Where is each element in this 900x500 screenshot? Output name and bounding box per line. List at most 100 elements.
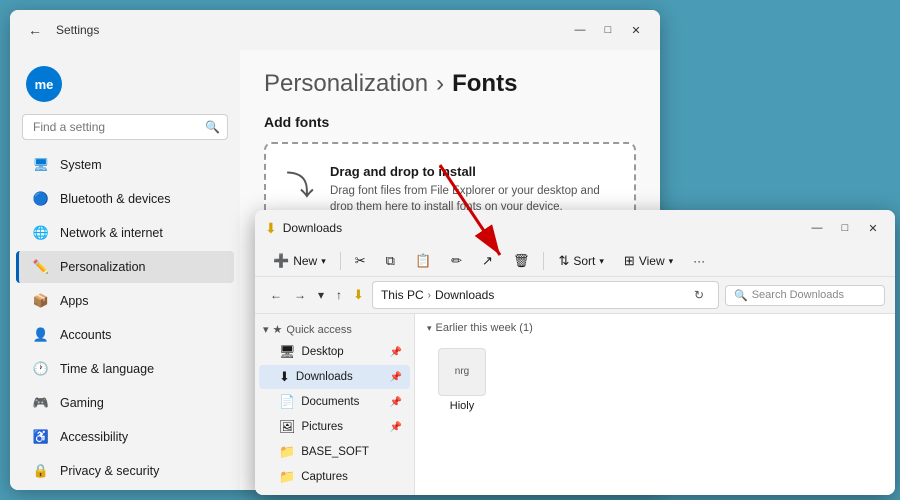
address-download-icon: ⬇ — [353, 287, 364, 303]
new-label: New — [293, 254, 317, 268]
explorer-addressbar: ← → ▾ ↑ ⬇ This PC › Downloads ↻ 🔍 Search… — [255, 277, 895, 314]
explorer-minimize-button[interactable]: — — [805, 216, 829, 240]
new-arrow-icon: ▾ — [321, 256, 326, 267]
sidebar-item-system[interactable]: 🖥 System — [16, 149, 234, 181]
search-icon: 🔍 — [205, 120, 220, 134]
gaming-icon: 🎮 — [32, 394, 50, 412]
quick-access-header[interactable]: ▾ ★ Quick access — [255, 320, 414, 339]
more-icon: ··· — [693, 254, 705, 268]
desktop-folder-icon: 🖥 — [279, 344, 296, 360]
explorer-close-button[interactable]: ✕ — [861, 216, 885, 240]
sidebar-label-accessibility: Accessibility — [60, 430, 128, 444]
sort-label: Sort — [573, 254, 595, 268]
titlebar-left: ← Settings — [22, 20, 99, 40]
explorer-title-text: Downloads — [283, 221, 342, 235]
breadcrumb-parent: Personalization — [264, 70, 428, 98]
sidebar-item-network[interactable]: 🌐 Network & internet — [16, 217, 234, 249]
sidebar-label-apps: Apps — [60, 294, 89, 308]
sidebar-item-accessibility[interactable]: ♿ Accessibility — [16, 421, 234, 453]
settings-window-title: Settings — [56, 23, 99, 37]
time-icon: 🕐 — [32, 360, 50, 378]
drag-drop-title: Drag and drop to install — [330, 164, 614, 179]
explorer-sidebar: ▾ ★ Quick access 🖥 Desktop 📌 ⬇ Downloads… — [255, 314, 415, 495]
sidebar-item-time[interactable]: 🕐 Time & language — [16, 353, 234, 385]
share-icon: ↗ — [482, 253, 493, 269]
file-icon-hioly: nrg — [438, 348, 486, 396]
sidebar-label-time: Time & language — [60, 362, 154, 376]
breadcrumb: Personalization › Fonts — [264, 70, 636, 98]
nav-forward-button[interactable]: → — [289, 285, 311, 305]
sidebar-label-bluetooth: Bluetooth & devices — [60, 192, 171, 206]
back-button[interactable]: ← — [22, 20, 48, 40]
file-item-hioly[interactable]: nrg Hioly — [427, 342, 497, 418]
sidebar-item-apps[interactable]: 📦 Apps — [16, 285, 234, 317]
view-button[interactable]: ⊞ View ▾ — [616, 250, 681, 272]
explorer-search-box[interactable]: 🔍 Search Downloads — [725, 285, 885, 306]
sidebar-item-personalization[interactable]: ✏️ Personalization — [16, 251, 234, 283]
quick-access-section: ▾ ★ Quick access 🖥 Desktop 📌 ⬇ Downloads… — [255, 320, 414, 489]
pictures-folder-icon: 🖼 — [279, 419, 296, 435]
delete-button[interactable]: 🗑 — [505, 250, 538, 272]
nav-up-button[interactable]: ▾ — [313, 285, 329, 305]
downloads-folder-icon: ⬇ — [279, 369, 290, 385]
more-button[interactable]: ··· — [685, 251, 713, 271]
accounts-icon: 👤 — [32, 326, 50, 344]
address-part-pc: This PC — [381, 288, 424, 302]
sidebar-pictures[interactable]: 🖼 Pictures 📌 — [259, 415, 410, 439]
cut-icon: ✂ — [355, 253, 366, 269]
sidebar-label-network: Network & internet — [60, 226, 163, 240]
sidebar-item-accounts[interactable]: 👤 Accounts — [16, 319, 234, 351]
sidebar-captures[interactable]: 📁 Captures — [259, 465, 410, 489]
nav-back-button[interactable]: ← — [265, 285, 287, 305]
paste-icon: 📋 — [415, 253, 431, 269]
rename-button[interactable]: ✏ — [443, 250, 470, 272]
cut-button[interactable]: ✂ — [347, 250, 374, 272]
maximize-button[interactable]: □ — [596, 18, 620, 42]
captures-folder-icon: 📁 — [279, 469, 295, 485]
privacy-icon: 🔒 — [32, 462, 50, 480]
explorer-titlebar-controls: — □ ✕ — [805, 216, 885, 240]
share-button[interactable]: ↗ — [474, 250, 501, 272]
breadcrumb-arrow-icon: › — [436, 70, 444, 98]
new-button[interactable]: ➕ New ▾ — [265, 250, 334, 272]
explorer-titlebar: ⬇ Downloads — □ ✕ — [255, 210, 895, 246]
address-bar[interactable]: This PC › Downloads ↻ — [372, 281, 719, 309]
refresh-button[interactable]: ↻ — [688, 285, 710, 305]
sidebar-captures-label: Captures — [301, 471, 348, 483]
explorer-window: ⬇ Downloads — □ ✕ ➕ New ▾ ✂ ⧉ 📋 ✏ ↗ 🗑 ⇅ … — [255, 210, 895, 495]
copy-button[interactable]: ⧉ — [378, 250, 403, 272]
sort-button[interactable]: ⇅ Sort ▾ — [550, 250, 611, 272]
sidebar-documents[interactable]: 📄 Documents 📌 — [259, 390, 410, 414]
paste-button[interactable]: 📋 — [407, 250, 439, 272]
minimize-button[interactable]: — — [568, 18, 592, 42]
explorer-search-icon: 🔍 — [734, 289, 748, 302]
settings-titlebar: ← Settings — □ ✕ — [10, 10, 660, 50]
sidebar-basesoft-label: BASE_SOFT — [301, 446, 369, 458]
search-input[interactable] — [22, 114, 228, 140]
drag-drop-text: Drag and drop to install Drag font files… — [330, 164, 614, 215]
sidebar-basesoft[interactable]: 📁 BASE_SOFT — [259, 440, 410, 464]
sidebar-label-privacy: Privacy & security — [60, 464, 159, 478]
toolbar-separator-1 — [340, 252, 341, 270]
documents-pin-icon: 📌 — [390, 397, 402, 408]
explorer-maximize-button[interactable]: □ — [833, 216, 857, 240]
delete-icon: 🗑 — [513, 253, 530, 269]
sidebar-label-gaming: Gaming — [60, 396, 104, 410]
view-icon: ⊞ — [624, 253, 635, 269]
sidebar-downloads-label: Downloads — [296, 371, 353, 383]
copy-icon: ⧉ — [386, 253, 395, 269]
group-header-label: Earlier this week (1) — [436, 322, 533, 334]
close-button[interactable]: ✕ — [624, 18, 648, 42]
sidebar-item-bluetooth[interactable]: 🔵 Bluetooth & devices — [16, 183, 234, 215]
explorer-main-area: ▾ Earlier this week (1) nrg Hioly — [415, 314, 895, 495]
nav-parent-button[interactable]: ↑ — [331, 285, 347, 305]
search-box[interactable]: 🔍 — [22, 114, 228, 140]
toolbar-separator-2 — [543, 252, 544, 270]
bluetooth-icon: 🔵 — [32, 190, 50, 208]
new-icon: ➕ — [273, 253, 289, 269]
sidebar-item-privacy[interactable]: 🔒 Privacy & security — [16, 455, 234, 487]
sidebar-item-gaming[interactable]: 🎮 Gaming — [16, 387, 234, 419]
sidebar-desktop[interactable]: 🖥 Desktop 📌 — [259, 340, 410, 364]
sidebar-documents-label: Documents — [301, 396, 359, 408]
sidebar-downloads[interactable]: ⬇ Downloads 📌 — [259, 365, 410, 389]
